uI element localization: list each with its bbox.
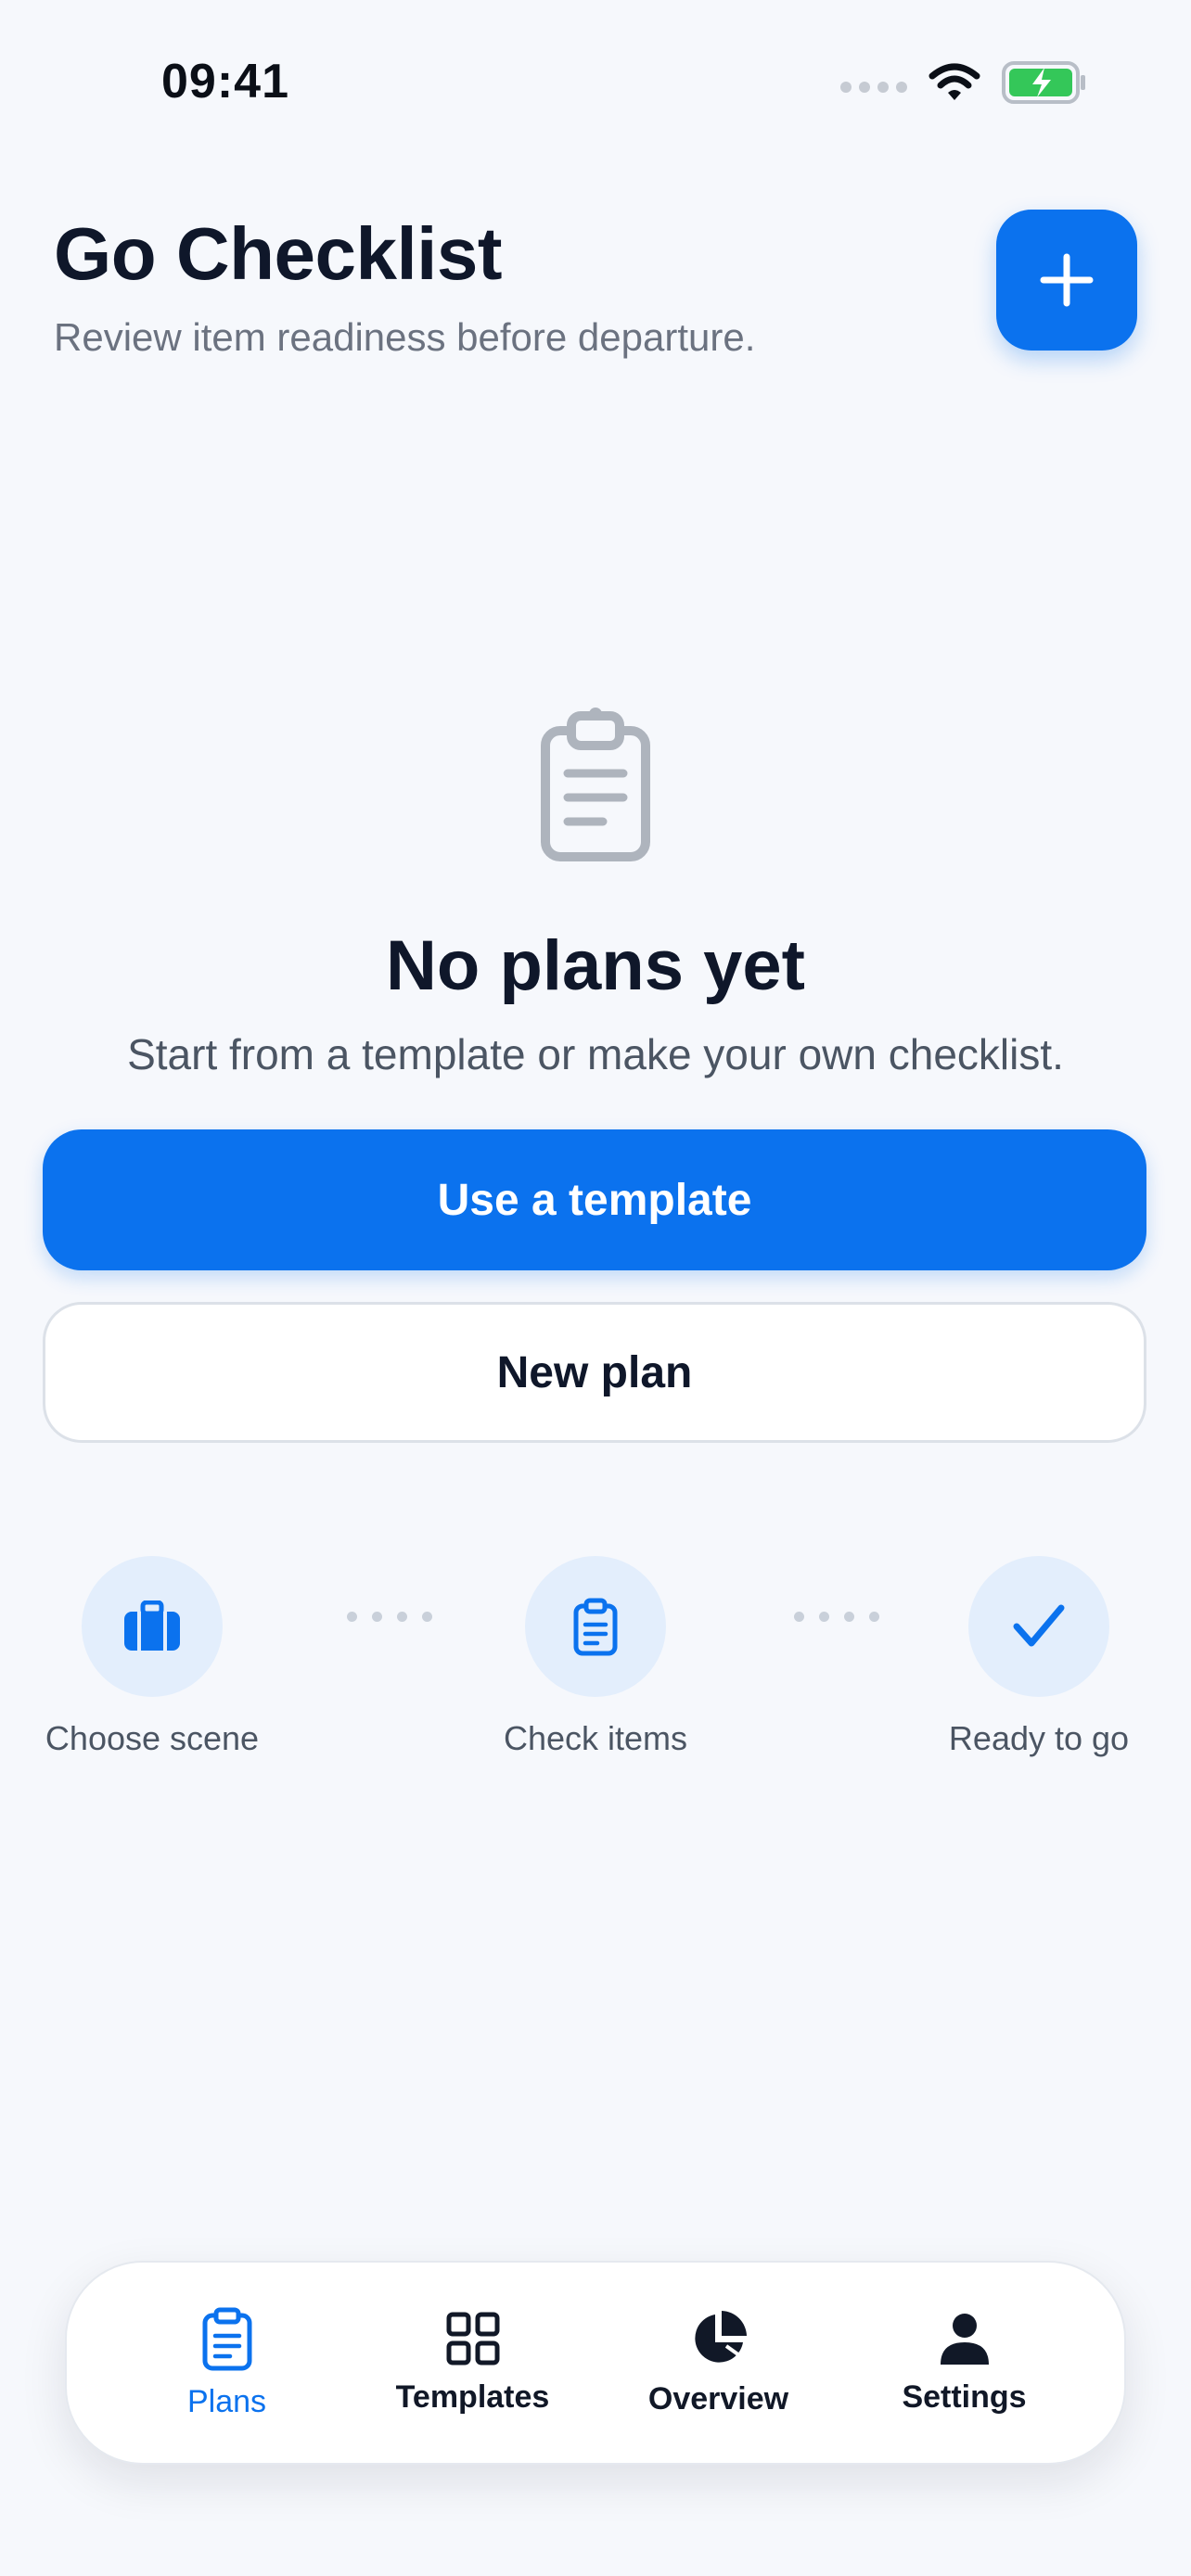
tab-label: Plans bbox=[186, 2383, 267, 2419]
add-plan-button[interactable] bbox=[996, 210, 1137, 351]
clipboard-icon bbox=[541, 708, 650, 861]
step-label: Ready to go bbox=[948, 1719, 1130, 1757]
status-bar: 09:41 bbox=[0, 0, 1191, 158]
use-template-button[interactable]: Use a template bbox=[43, 1129, 1146, 1270]
step-connector bbox=[794, 1612, 879, 1622]
step-check-items: Check items bbox=[475, 1556, 716, 1758]
wifi-icon bbox=[928, 63, 980, 100]
step-label: Choose scene bbox=[45, 1719, 260, 1757]
empty-state-title: No plans yet bbox=[386, 926, 805, 1005]
step-label: Check items bbox=[503, 1719, 688, 1757]
new-plan-button[interactable]: New plan bbox=[43, 1302, 1146, 1443]
page-subtitle: Review item readiness before departure. bbox=[54, 315, 756, 359]
checkmark-icon bbox=[1013, 1604, 1065, 1647]
step-circle bbox=[525, 1556, 666, 1697]
tab-label: Templates bbox=[395, 2378, 550, 2415]
plus-icon bbox=[1040, 253, 1094, 307]
briefcase-icon bbox=[124, 1600, 180, 1651]
tab-label: Overview bbox=[647, 2380, 789, 2417]
clipboard-icon bbox=[202, 2307, 251, 2370]
grid-icon bbox=[446, 2312, 499, 2365]
signal-icon bbox=[840, 82, 907, 93]
empty-state-subtitle: Start from a template or make your own c… bbox=[127, 1030, 1064, 1078]
tab-templates[interactable]: Templates bbox=[371, 2311, 575, 2416]
step-circle bbox=[968, 1556, 1109, 1697]
page-title: Go Checklist bbox=[54, 212, 503, 295]
tab-settings[interactable]: Settings bbox=[863, 2311, 1067, 2416]
tab-plans[interactable]: Plans bbox=[125, 2306, 329, 2420]
step-connector bbox=[347, 1612, 432, 1622]
status-icons bbox=[840, 61, 1087, 104]
person-icon bbox=[940, 2313, 989, 2365]
app-screen: 09:41 Go Checklist Review item readiness… bbox=[0, 0, 1191, 2576]
tab-label: Settings bbox=[902, 2378, 1027, 2415]
tab-overview[interactable]: Overview bbox=[617, 2309, 821, 2417]
battery-charging-icon bbox=[1002, 61, 1085, 104]
status-time: 09:41 bbox=[161, 55, 289, 108]
step-ready-to-go: Ready to go bbox=[918, 1556, 1159, 1758]
clipboard-icon bbox=[573, 1598, 618, 1656]
pie-chart-icon bbox=[694, 2310, 747, 2363]
tab-bar: Plans Templates Overview Settings bbox=[65, 2261, 1126, 2465]
step-circle bbox=[82, 1556, 223, 1697]
step-choose-scene: Choose scene bbox=[32, 1556, 273, 1758]
